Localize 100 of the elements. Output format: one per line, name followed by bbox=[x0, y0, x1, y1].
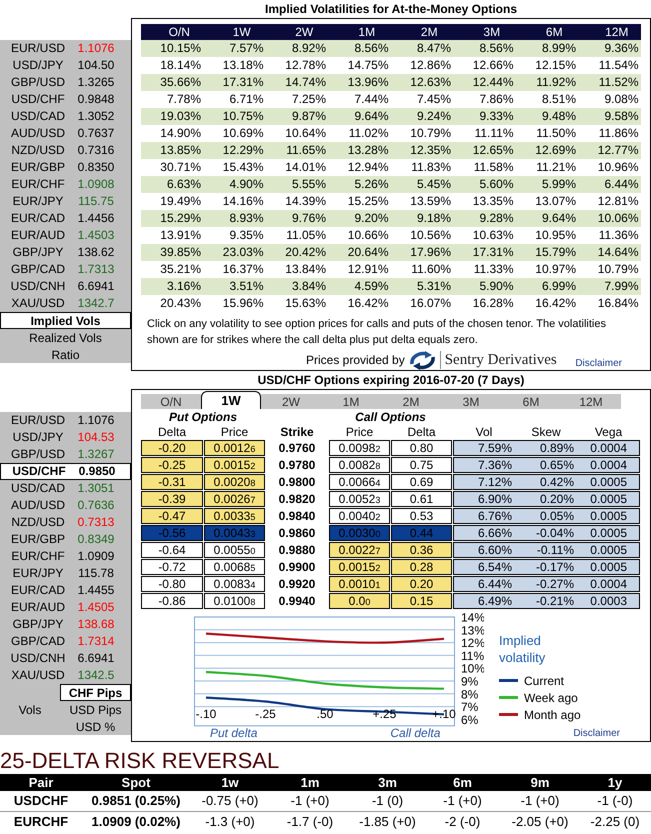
vol-cell[interactable]: 13.35% bbox=[454, 193, 516, 210]
vol-cell[interactable]: 15.29% bbox=[141, 210, 204, 227]
pair-label[interactable]: EUR/GBP bbox=[0, 160, 76, 175]
view-option[interactable]: Implied Vols bbox=[0, 312, 131, 329]
vol-cell[interactable]: 13.18% bbox=[204, 57, 266, 74]
vol-cell[interactable]: 15.96% bbox=[204, 295, 266, 312]
vol-cell[interactable]: 6.44% bbox=[578, 176, 641, 193]
vol-cell[interactable]: 16.84% bbox=[578, 295, 641, 312]
vol-cell[interactable]: 10.15% bbox=[141, 40, 204, 57]
vol-cell[interactable]: 12.77% bbox=[578, 142, 641, 159]
vol-cell[interactable]: 14.16% bbox=[204, 193, 266, 210]
vol-cell[interactable]: 10.63% bbox=[454, 227, 516, 244]
vol-cell[interactable]: 9.35% bbox=[204, 227, 266, 244]
vol-cell[interactable]: 11.60% bbox=[391, 261, 454, 278]
vol-cell[interactable]: 9.36% bbox=[578, 40, 641, 57]
pair-label[interactable]: GBP/CAD bbox=[0, 262, 76, 277]
pair-label[interactable]: GBP/CAD bbox=[0, 634, 76, 649]
vol-cell[interactable]: 11.21% bbox=[516, 159, 578, 176]
vol-cell[interactable]: 20.43% bbox=[141, 295, 204, 312]
vol-cell[interactable]: 11.33% bbox=[454, 261, 516, 278]
pair-label[interactable]: GBP/JPY bbox=[0, 245, 76, 260]
vol-cell[interactable]: 5.45% bbox=[391, 176, 454, 193]
vol-cell[interactable]: 13.84% bbox=[266, 261, 328, 278]
pair-label[interactable]: EUR/CHF bbox=[0, 549, 76, 564]
unit-option[interactable]: USD Pips bbox=[60, 701, 131, 718]
vol-cell[interactable]: 7.99% bbox=[578, 278, 641, 295]
disclaimer-link[interactable]: Disclaimer bbox=[575, 357, 622, 370]
vol-cell[interactable]: 15.63% bbox=[266, 295, 328, 312]
vol-cell[interactable]: 9.18% bbox=[391, 210, 454, 227]
vol-cell[interactable]: 13.85% bbox=[141, 142, 204, 159]
vol-cell[interactable]: 11.83% bbox=[391, 159, 454, 176]
vol-cell[interactable]: 9.64% bbox=[328, 108, 391, 125]
vol-cell[interactable]: 6.63% bbox=[141, 176, 204, 193]
pair-label[interactable]: USD/CAD bbox=[0, 109, 76, 124]
vol-cell[interactable]: 12.63% bbox=[391, 74, 454, 91]
vol-cell[interactable]: 11.36% bbox=[578, 227, 641, 244]
vol-cell[interactable]: 11.58% bbox=[454, 159, 516, 176]
vol-cell[interactable]: 16.07% bbox=[391, 295, 454, 312]
vol-cell[interactable]: 11.52% bbox=[578, 74, 641, 91]
pair-label[interactable]: XAU/USD bbox=[0, 668, 76, 683]
vol-cell[interactable]: 20.42% bbox=[266, 244, 328, 261]
vol-cell[interactable]: 13.59% bbox=[391, 193, 454, 210]
pair-label[interactable]: EUR/USD bbox=[0, 41, 76, 56]
vol-cell[interactable]: 12.94% bbox=[328, 159, 391, 176]
vol-cell[interactable]: 17.96% bbox=[391, 244, 454, 261]
vol-cell[interactable]: 3.16% bbox=[141, 278, 204, 295]
vol-cell[interactable]: 19.49% bbox=[141, 193, 204, 210]
vol-cell[interactable]: 39.85% bbox=[141, 244, 204, 261]
tab[interactable]: 1M bbox=[321, 394, 381, 409]
pair-label[interactable]: NZD/USD bbox=[0, 143, 76, 158]
pair-label[interactable]: EUR/AUD bbox=[0, 228, 76, 243]
vol-cell[interactable]: 3.84% bbox=[266, 278, 328, 295]
vol-cell[interactable]: 10.96% bbox=[578, 159, 641, 176]
pair-label[interactable]: EUR/GBP bbox=[0, 532, 76, 547]
vol-cell[interactable]: 13.28% bbox=[328, 142, 391, 159]
vol-cell[interactable]: 4.59% bbox=[328, 278, 391, 295]
pair-label[interactable]: USD/CHF bbox=[1, 464, 77, 479]
vol-cell[interactable]: 20.64% bbox=[328, 244, 391, 261]
vol-cell[interactable]: 7.44% bbox=[328, 91, 391, 108]
tab[interactable]: 2M bbox=[381, 394, 441, 409]
vol-cell[interactable]: 14.64% bbox=[578, 244, 641, 261]
vol-cell[interactable]: 23.03% bbox=[204, 244, 266, 261]
vol-cell[interactable]: 14.01% bbox=[266, 159, 328, 176]
vol-cell[interactable]: 13.96% bbox=[328, 74, 391, 91]
vol-cell[interactable]: 16.28% bbox=[454, 295, 516, 312]
vol-cell[interactable]: 12.78% bbox=[266, 57, 328, 74]
vol-cell[interactable]: 3.51% bbox=[204, 278, 266, 295]
vol-cell[interactable]: 9.20% bbox=[328, 210, 391, 227]
vol-cell[interactable]: 19.03% bbox=[141, 108, 204, 125]
vol-cell[interactable]: 15.25% bbox=[328, 193, 391, 210]
pair-label[interactable]: EUR/JPY bbox=[0, 566, 76, 581]
tab[interactable]: 6M bbox=[501, 394, 561, 409]
pair-label[interactable]: AUD/USD bbox=[0, 498, 76, 513]
vol-cell[interactable]: 8.56% bbox=[328, 40, 391, 57]
vol-cell[interactable]: 8.92% bbox=[266, 40, 328, 57]
vol-cell[interactable]: 35.21% bbox=[141, 261, 204, 278]
vol-cell[interactable]: 11.11% bbox=[454, 125, 516, 142]
vol-cell[interactable]: 12.86% bbox=[391, 57, 454, 74]
pair-label[interactable]: AUD/USD bbox=[0, 126, 76, 141]
pair-label[interactable]: USD/CNH bbox=[0, 279, 76, 294]
vol-cell[interactable]: 16.42% bbox=[328, 295, 391, 312]
vol-cell[interactable]: 5.99% bbox=[516, 176, 578, 193]
vol-cell[interactable]: 10.75% bbox=[204, 108, 266, 125]
tab[interactable]: 1W bbox=[201, 391, 261, 409]
vol-cell[interactable]: 5.26% bbox=[328, 176, 391, 193]
vol-cell[interactable]: 6.99% bbox=[516, 278, 578, 295]
vol-cell[interactable]: 14.75% bbox=[328, 57, 391, 74]
vol-cell[interactable]: 8.93% bbox=[204, 210, 266, 227]
vol-cell[interactable]: 7.78% bbox=[141, 91, 204, 108]
pair-label[interactable]: GBP/USD bbox=[0, 75, 76, 90]
vol-cell[interactable]: 13.07% bbox=[516, 193, 578, 210]
pair-label[interactable]: USD/CNH bbox=[0, 651, 76, 666]
pair-label[interactable]: EUR/CAD bbox=[0, 583, 76, 598]
tab[interactable]: 3M bbox=[441, 394, 501, 409]
vol-cell[interactable]: 12.29% bbox=[204, 142, 266, 159]
vol-cell[interactable]: 10.64% bbox=[266, 125, 328, 142]
vol-cell[interactable]: 10.66% bbox=[328, 227, 391, 244]
vol-cell[interactable]: 12.81% bbox=[578, 193, 641, 210]
vol-cell[interactable]: 14.90% bbox=[141, 125, 204, 142]
vol-cell[interactable]: 8.47% bbox=[391, 40, 454, 57]
